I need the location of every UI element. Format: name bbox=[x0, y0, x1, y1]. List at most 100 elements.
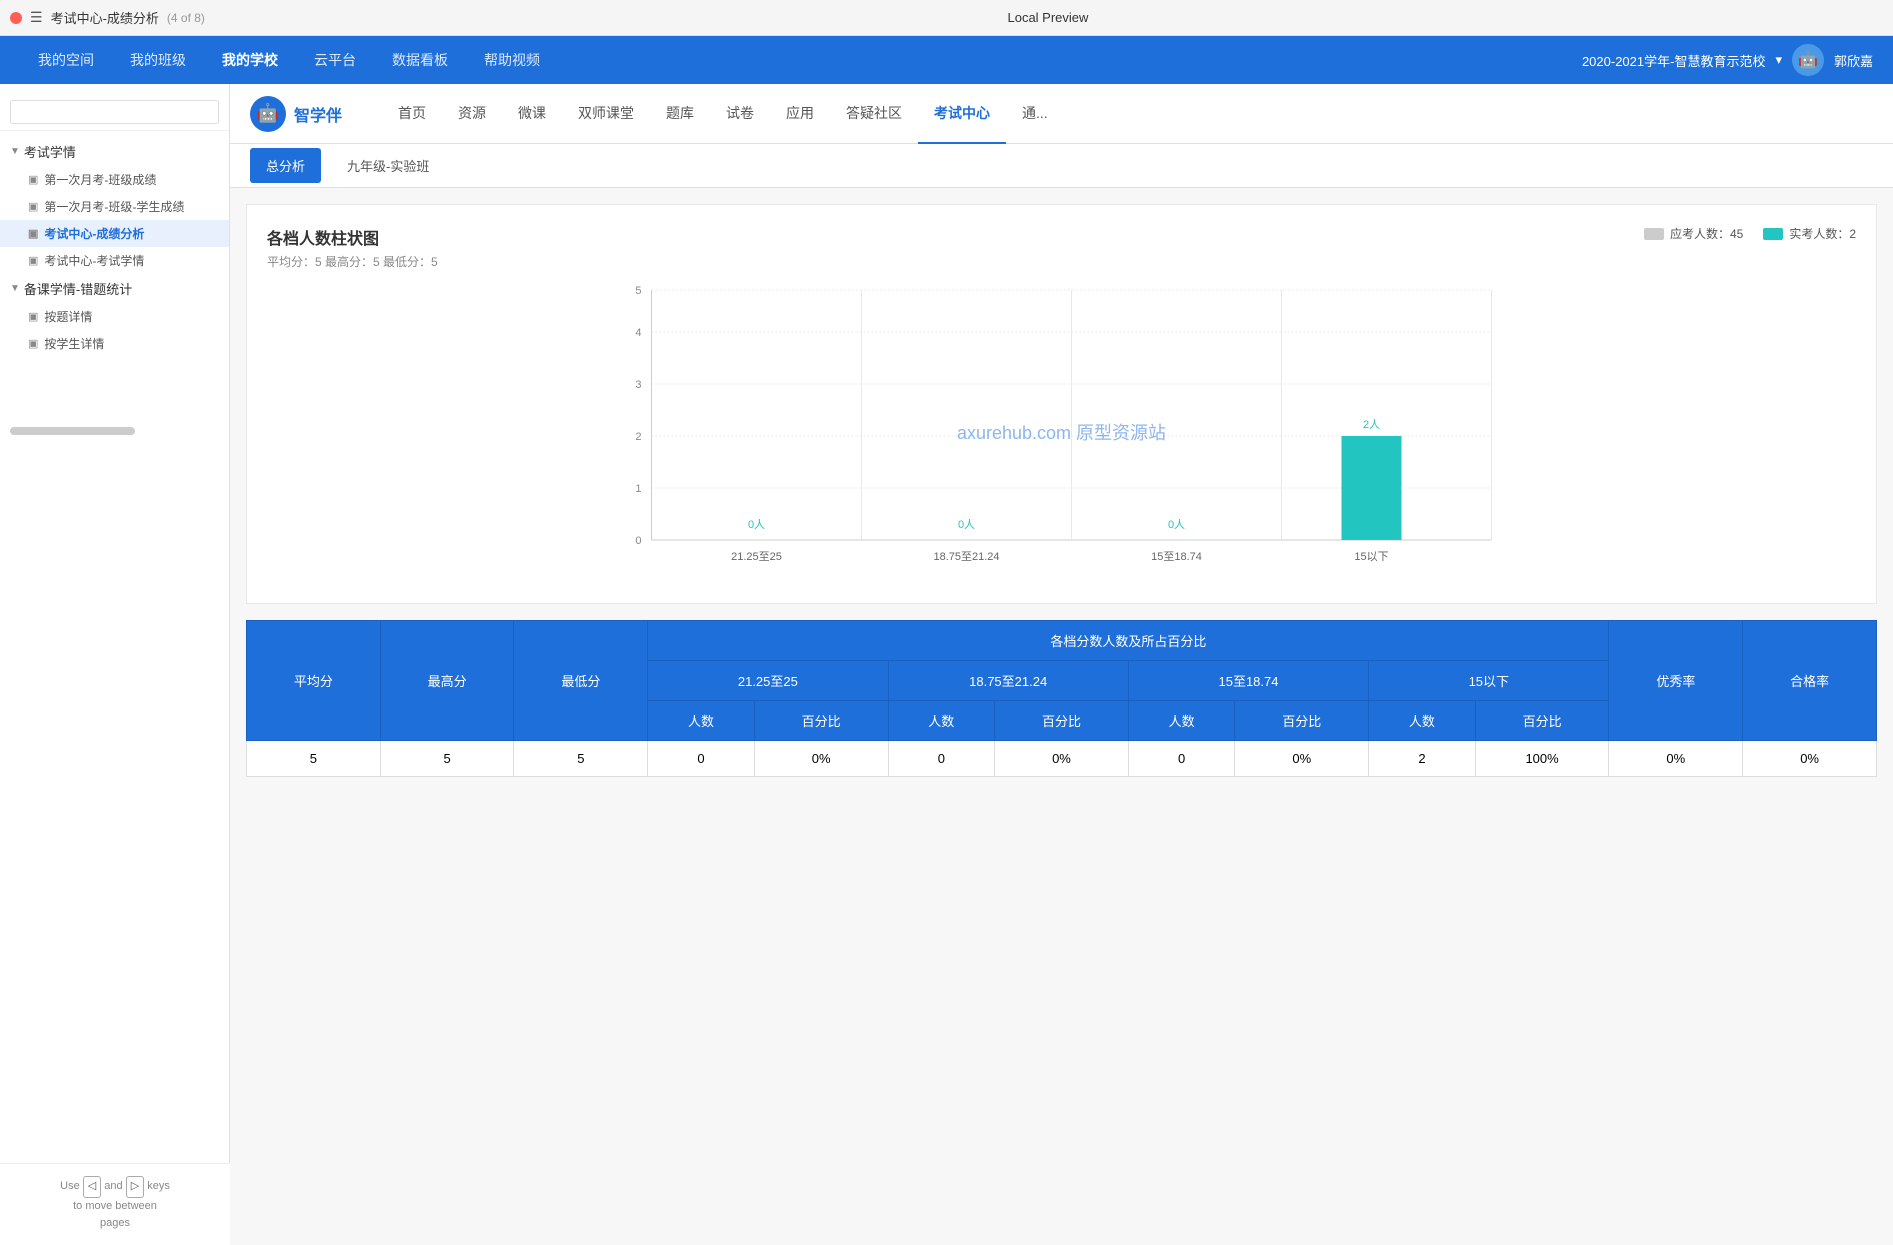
sidebar-group-label: 备课学情-错题统计 bbox=[24, 279, 132, 298]
svg-text:0人: 0人 bbox=[958, 518, 975, 531]
svg-text:0: 0 bbox=[635, 535, 641, 547]
sidebar-item-exam-status[interactable]: ▣ 考试中心-考试学情 bbox=[0, 247, 229, 274]
table-row: 5 5 5 0 0% 0 0% 0 0% 2 100% 0% 0% bbox=[247, 741, 1877, 777]
svg-text:2人: 2人 bbox=[1363, 418, 1380, 431]
table-section: 平均分 最高分 最低分 各档分数人数及所占百分比 优秀率 合格率 21.25至2… bbox=[246, 620, 1877, 777]
th-range3: 15至18.74 bbox=[1128, 661, 1368, 701]
school-year: 2020-2021学年-智慧教育示范校 bbox=[1582, 51, 1766, 70]
nav-community[interactable]: 答疑社区 bbox=[830, 84, 918, 144]
data-table: 平均分 最高分 最低分 各档分数人数及所占百分比 优秀率 合格率 21.25至2… bbox=[246, 620, 1877, 777]
topnav-item-school[interactable]: 我的学校 bbox=[204, 36, 296, 84]
close-button[interactable] bbox=[10, 12, 22, 24]
title-bar-center: Local Preview bbox=[213, 10, 1883, 25]
sidebar-item-score-analysis[interactable]: ▣ 考试中心-成绩分析 bbox=[0, 220, 229, 247]
topnav-item-help[interactable]: 帮助视频 bbox=[466, 36, 558, 84]
nav-dual-teacher[interactable]: 双师课堂 bbox=[562, 84, 650, 144]
svg-text:4: 4 bbox=[635, 327, 641, 339]
th-pct3: 百分比 bbox=[1235, 701, 1369, 741]
svg-text:2: 2 bbox=[635, 431, 641, 443]
chart-header: 各档人数柱状图 平均分：5 最高分：5 最低分：5 应考人数：45 实考人数：2 bbox=[267, 225, 1856, 270]
legend-actual-text: 实考人数：2 bbox=[1789, 225, 1856, 242]
th-range1: 21.25至25 bbox=[648, 661, 888, 701]
expand-arrow-icon: ▼ bbox=[10, 283, 20, 294]
th-count2: 人数 bbox=[888, 701, 995, 741]
th-range-group: 各档分数人数及所占百分比 bbox=[648, 621, 1609, 661]
app-header: 🤖 智学伴 首页 资源 微课 双师课堂 题库 试卷 应用 答疑社区 考试中心 通… bbox=[230, 84, 1893, 144]
sub-tab-analysis[interactable]: 总分析 bbox=[250, 148, 321, 183]
th-range2: 18.75至21.24 bbox=[888, 661, 1128, 701]
nav-exam-center[interactable]: 考试中心 bbox=[918, 84, 1006, 144]
legend-gray-icon bbox=[1644, 228, 1664, 240]
legend-actual: 实考人数：2 bbox=[1763, 225, 1856, 242]
svg-text:1: 1 bbox=[635, 483, 641, 495]
sidebar-item-class-score[interactable]: ▣ 第一次月考-班级成绩 bbox=[0, 166, 229, 193]
td-r4pct: 100% bbox=[1475, 741, 1609, 777]
user-avatar: 🤖 bbox=[1792, 44, 1824, 76]
doc-icon: ▣ bbox=[28, 254, 38, 267]
td-pass: 0% bbox=[1743, 741, 1877, 777]
sub-tab-class[interactable]: 九年级-实验班 bbox=[331, 148, 445, 183]
td-avg: 5 bbox=[247, 741, 381, 777]
svg-text:18.75至21.24: 18.75至21.24 bbox=[933, 551, 999, 563]
title-bar-page: (4 of 8) bbox=[167, 11, 205, 25]
th-count3: 人数 bbox=[1128, 701, 1235, 741]
sidebar-item-label: 第一次月考-班级-学生成绩 bbox=[44, 198, 184, 215]
th-pct4: 百分比 bbox=[1475, 701, 1609, 741]
sidebar-item-label: 考试中心-成绩分析 bbox=[44, 225, 144, 242]
sidebar-item-by-student[interactable]: ▣ 按学生详情 bbox=[0, 330, 229, 357]
sidebar-item-label: 按题详情 bbox=[44, 308, 92, 325]
title-bar: ☰ 考试中心-成绩分析 (4 of 8) Local Preview bbox=[0, 0, 1893, 36]
doc-icon: ▣ bbox=[28, 173, 38, 186]
th-pct1: 百分比 bbox=[754, 701, 888, 741]
search-input[interactable] bbox=[10, 100, 219, 124]
sidebar-item-student-score[interactable]: ▣ 第一次月考-班级-学生成绩 bbox=[0, 193, 229, 220]
bar-15-below bbox=[1342, 436, 1402, 540]
td-r4count: 2 bbox=[1369, 741, 1476, 777]
sidebar-group-exam[interactable]: ▼ 考试学情 bbox=[0, 137, 229, 166]
doc-icon: ▣ bbox=[28, 200, 38, 213]
svg-text:0人: 0人 bbox=[1168, 518, 1185, 531]
th-count1: 人数 bbox=[648, 701, 755, 741]
nav-hint: Use ◁ and ▷ keysto move betweenpages bbox=[10, 1176, 220, 1233]
svg-text:0人: 0人 bbox=[748, 518, 765, 531]
legend-applicants-text: 应考人数：45 bbox=[1670, 225, 1743, 242]
dropdown-arrow-icon[interactable]: ▾ bbox=[1775, 52, 1782, 68]
sub-header: 总分析 九年级-实验班 bbox=[230, 144, 1893, 188]
nav-resource[interactable]: 资源 bbox=[442, 84, 502, 144]
sidebar-item-by-question[interactable]: ▣ 按题详情 bbox=[0, 303, 229, 330]
nav-paper[interactable]: 试卷 bbox=[710, 84, 770, 144]
nav-more[interactable]: 通... bbox=[1006, 84, 1064, 144]
logo-text: 智学伴 bbox=[294, 102, 342, 126]
td-min: 5 bbox=[514, 741, 648, 777]
app-nav: 首页 资源 微课 双师课堂 题库 试卷 应用 答疑社区 考试中心 通... bbox=[382, 84, 1064, 144]
top-nav: 我的空间 我的班级 我的学校 云平台 数据看板 帮助视频 2020-2021学年… bbox=[0, 36, 1893, 84]
bar-chart-svg: 0 1 2 3 4 5 bbox=[267, 280, 1856, 580]
td-r3count: 0 bbox=[1128, 741, 1235, 777]
expand-arrow-icon: ▼ bbox=[10, 146, 20, 157]
topnav-item-class[interactable]: 我的班级 bbox=[112, 36, 204, 84]
menu-icon: ☰ bbox=[30, 9, 43, 26]
sidebar-footer: Use ◁ and ▷ keysto move betweenpages bbox=[0, 1163, 230, 1245]
nav-home[interactable]: 首页 bbox=[382, 84, 442, 144]
sidebar-group-label: 考试学情 bbox=[24, 142, 76, 161]
topnav-item-space[interactable]: 我的空间 bbox=[20, 36, 112, 84]
prev-key-icon[interactable]: ◁ bbox=[83, 1176, 101, 1198]
topnav-item-data[interactable]: 数据看板 bbox=[374, 36, 466, 84]
doc-icon: ▣ bbox=[28, 337, 38, 350]
nav-question-bank[interactable]: 题库 bbox=[650, 84, 710, 144]
nav-app[interactable]: 应用 bbox=[770, 84, 830, 144]
legend-teal-icon bbox=[1763, 228, 1783, 240]
td-r2pct: 0% bbox=[995, 741, 1129, 777]
next-key-icon[interactable]: ▷ bbox=[126, 1176, 144, 1198]
topnav-item-cloud[interactable]: 云平台 bbox=[296, 36, 374, 84]
bar-chart: axurehub.com 原型资源站 0 1 2 3 4 5 bbox=[267, 280, 1856, 583]
sidebar-group-prepare[interactable]: ▼ 备课学情-错题统计 bbox=[0, 274, 229, 303]
logo-icon: 🤖 bbox=[250, 96, 286, 132]
legend-applicants: 应考人数：45 bbox=[1644, 225, 1743, 242]
title-bar-title: 考试中心-成绩分析 bbox=[51, 8, 159, 27]
td-r1pct: 0% bbox=[754, 741, 888, 777]
top-nav-right: 2020-2021学年-智慧教育示范校 ▾ 🤖 郭欣嘉 bbox=[1582, 44, 1873, 76]
nav-microcourse[interactable]: 微课 bbox=[502, 84, 562, 144]
th-excellent-rate: 优秀率 bbox=[1609, 621, 1743, 741]
chart-title: 各档人数柱状图 bbox=[267, 225, 438, 249]
